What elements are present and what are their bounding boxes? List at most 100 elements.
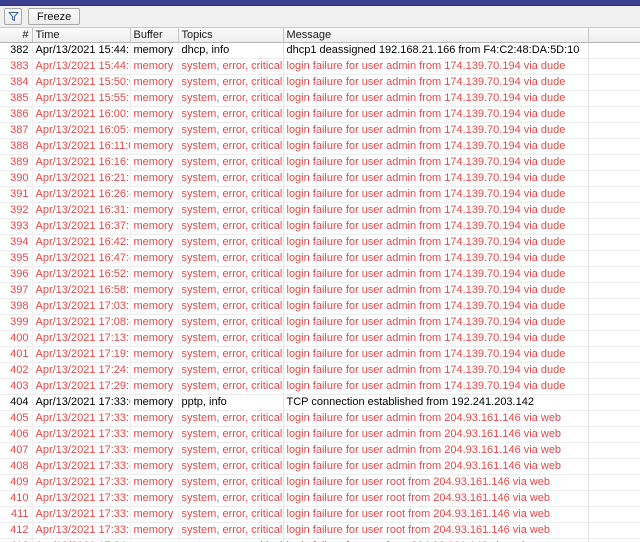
- cell-message: TCP connection established from 192.241.…: [283, 394, 589, 411]
- table-row[interactable]: 393Apr/13/2021 16:37:12memorysystem, err…: [0, 218, 640, 235]
- column-header-message[interactable]: Message: [283, 28, 589, 43]
- filter-button[interactable]: [4, 8, 22, 25]
- cell-num: 410: [0, 490, 33, 507]
- cell-message: login failure for user admin from 174.13…: [283, 74, 589, 91]
- table-row[interactable]: 404Apr/13/2021 17:33:02memorypptp, infoT…: [0, 394, 640, 411]
- table-row[interactable]: 386Apr/13/2021 16:00:35memorysystem, err…: [0, 106, 640, 123]
- table-row[interactable]: 382 Apr/13/2021 15:44:11 memory dhcp, info d…: [0, 41, 640, 59]
- cell-extra: [588, 394, 640, 411]
- cell-buffer: memory: [130, 202, 179, 219]
- cell-topics: system, error, critical: [178, 378, 284, 395]
- column-header-num[interactable]: #: [0, 28, 33, 43]
- cell-time: Apr/13/2021 16:11:03: [32, 138, 131, 155]
- table-row[interactable]: 390Apr/13/2021 16:21:30memorysystem, err…: [0, 170, 640, 187]
- column-header-time[interactable]: Time: [32, 28, 131, 43]
- cell-time: Apr/13/2021 16:47:46: [32, 250, 131, 267]
- cell-buffer: memory: [130, 474, 179, 491]
- cell-extra: [588, 378, 640, 395]
- table-row[interactable]: 387Apr/13/2021 16:05:48memorysystem, err…: [0, 122, 640, 139]
- table-row[interactable]: 391Apr/13/2021 16:26:43memorysystem, err…: [0, 186, 640, 203]
- table-row[interactable]: 401Apr/13/2021 17:19:10memorysystem, err…: [0, 346, 640, 363]
- log-table-container[interactable]: # Time Buffer Topics Message 382 Apr/13/2…: [0, 28, 640, 542]
- log-window: Freeze # Time Buffer Topics Message 382 A…: [0, 0, 640, 542]
- table-row[interactable]: 397Apr/13/2021 16:58:12memorysystem, err…: [0, 282, 640, 299]
- table-row[interactable]: 405Apr/13/2021 17:33:36memorysystem, err…: [0, 410, 640, 427]
- cell-num: 402: [0, 362, 33, 379]
- column-header-topics[interactable]: Topics: [178, 28, 284, 43]
- table-row[interactable]: 412Apr/13/2021 17:33:57memorysystem, err…: [0, 522, 640, 539]
- cell-extra: [588, 346, 640, 363]
- cell-buffer: memory: [130, 90, 179, 107]
- table-row[interactable]: 413Apr/13/2021 17:34:01memorysystem, err…: [0, 538, 640, 542]
- column-header-buffer[interactable]: Buffer: [130, 28, 179, 43]
- cell-message: dhcp1 deassigned 192.168.21.166 from F4:…: [283, 41, 589, 59]
- cell-time: Apr/13/2021 17:33:57: [32, 522, 131, 539]
- cell-num: 412: [0, 522, 33, 539]
- cell-num: 395: [0, 250, 33, 267]
- cell-extra: [588, 122, 640, 139]
- cell-extra: [588, 474, 640, 491]
- cell-topics: system, error, critical: [178, 186, 284, 203]
- cell-message: login failure for user admin from 174.13…: [283, 250, 589, 267]
- cell-extra: [588, 41, 640, 59]
- cell-time: Apr/13/2021 16:52:59: [32, 266, 131, 283]
- cell-topics: system, error, critical: [178, 426, 284, 443]
- cell-buffer: memory: [130, 362, 179, 379]
- table-row[interactable]: 388 Apr/13/2021 16:11:03 memory system, err…: [0, 138, 640, 155]
- table-row[interactable]: 384Apr/13/2021 15:50:07memorysystem, err…: [0, 74, 640, 91]
- cell-num: 403: [0, 378, 33, 395]
- cell-buffer: memory: [130, 106, 179, 123]
- cell-extra: [588, 170, 640, 187]
- cell-topics: system, error, critical: [178, 250, 284, 267]
- column-header-extra[interactable]: [588, 28, 640, 43]
- cell-time: Apr/13/2021 16:00:35: [32, 106, 131, 123]
- table-row[interactable]: 406Apr/13/2021 17:33:38memorysystem, err…: [0, 426, 640, 443]
- cell-topics: system, error, critical: [178, 298, 284, 315]
- cell-buffer: memory: [130, 154, 179, 171]
- cell-time: Apr/13/2021 17:33:02: [32, 394, 131, 411]
- table-row[interactable]: 383Apr/13/2021 15:44:55memorysystem, err…: [0, 58, 640, 75]
- cell-message: login failure for user admin from 174.13…: [283, 186, 589, 203]
- cell-extra: [588, 426, 640, 443]
- cell-buffer: memory: [130, 522, 179, 539]
- freeze-button[interactable]: Freeze: [28, 8, 81, 25]
- cell-time: Apr/13/2021 15:44:11: [32, 41, 131, 59]
- cell-topics: system, error, critical: [178, 122, 284, 139]
- cell-topics: system, error, critical: [178, 442, 284, 459]
- cell-message: login failure for user root from 204.93.…: [283, 522, 589, 539]
- cell-num: 399: [0, 314, 33, 331]
- table-row[interactable]: 395Apr/13/2021 16:47:46memorysystem, err…: [0, 250, 640, 267]
- cell-num: 384: [0, 74, 33, 91]
- cell-num: 392: [0, 202, 33, 219]
- cell-extra: [588, 90, 640, 107]
- table-row[interactable]: 385Apr/13/2021 15:55:20memorysystem, err…: [0, 90, 640, 107]
- toolbar: Freeze: [0, 6, 640, 28]
- table-row[interactable]: 399Apr/13/2021 17:08:41memorysystem, err…: [0, 314, 640, 331]
- cell-extra: [588, 266, 640, 283]
- cell-extra: [588, 410, 640, 427]
- cell-num: 400: [0, 330, 33, 347]
- cell-num: 383: [0, 58, 33, 75]
- table-row[interactable]: 392Apr/13/2021 16:31:58memorysystem, err…: [0, 202, 640, 219]
- table-row[interactable]: 411Apr/13/2021 17:33:53memorysystem, err…: [0, 506, 640, 523]
- table-row[interactable]: 396Apr/13/2021 16:52:59memorysystem, err…: [0, 266, 640, 283]
- table-row[interactable]: 389Apr/13/2021 16:16:16memorysystem, err…: [0, 154, 640, 171]
- cell-message: login failure for user root from 204.93.…: [283, 506, 589, 523]
- cell-buffer: memory: [130, 330, 179, 347]
- table-row[interactable]: 408Apr/13/2021 17:33:45memorysystem, err…: [0, 458, 640, 475]
- cell-num: 409: [0, 474, 33, 491]
- table-row[interactable]: 400Apr/13/2021 17:13:55memorysystem, err…: [0, 330, 640, 347]
- cell-num: 391: [0, 186, 33, 203]
- cell-num: 411: [0, 506, 33, 523]
- cell-num: 396: [0, 266, 33, 283]
- table-row[interactable]: 402Apr/13/2021 17:24:23memorysystem, err…: [0, 362, 640, 379]
- table-row[interactable]: 403Apr/13/2021 17:29:35memorysystem, err…: [0, 378, 640, 395]
- cell-buffer: memory: [130, 378, 179, 395]
- table-row[interactable]: 410Apr/13/2021 17:33:51memorysystem, err…: [0, 490, 640, 507]
- cell-message: login failure for user admin from 174.13…: [283, 170, 589, 187]
- cell-time: Apr/13/2021 17:33:38: [32, 426, 131, 443]
- table-row[interactable]: 409Apr/13/2021 17:33:48memorysystem, err…: [0, 474, 640, 491]
- table-row[interactable]: 398Apr/13/2021 17:03:28memorysystem, err…: [0, 298, 640, 315]
- table-row[interactable]: 394Apr/13/2021 16:42:29memorysystem, err…: [0, 234, 640, 251]
- table-row[interactable]: 407Apr/13/2021 17:33:42memorysystem, err…: [0, 442, 640, 459]
